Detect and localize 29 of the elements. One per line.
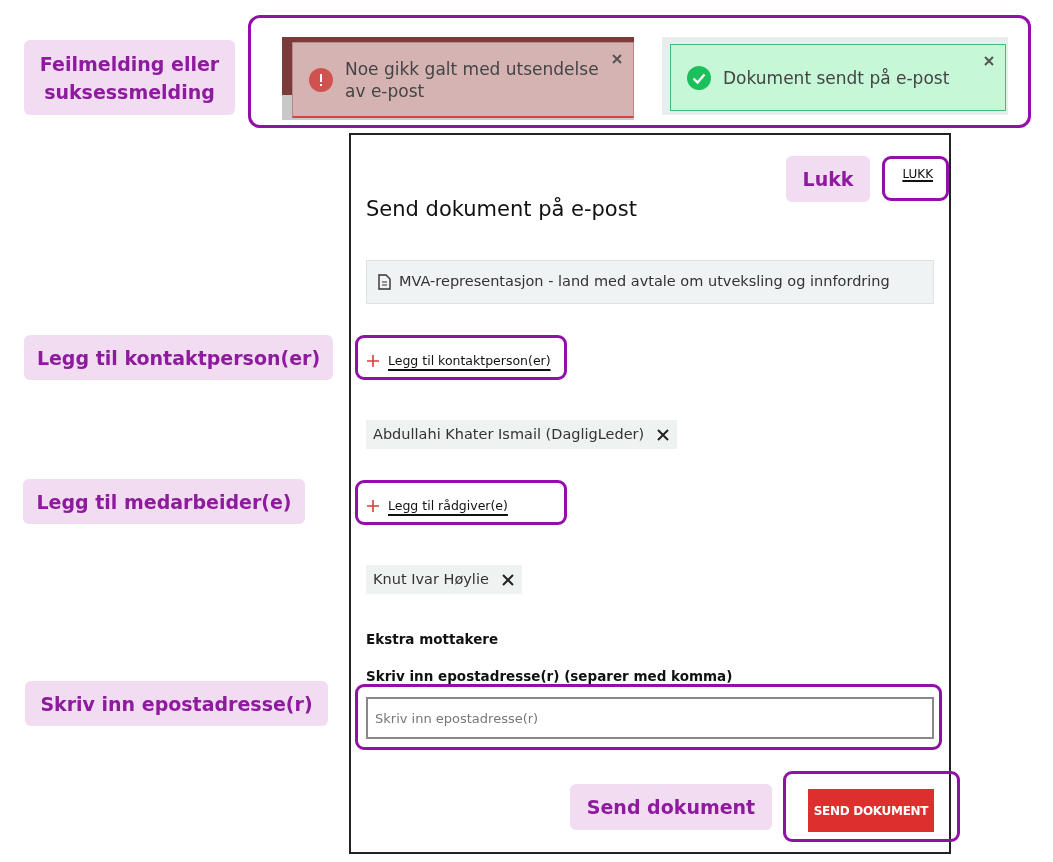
add-link[interactable]: Legg til kontaktperson(er) xyxy=(388,351,551,371)
callout-label: Feilmelding eller suksessmelding xyxy=(24,40,235,115)
remove-icon[interactable] xyxy=(500,572,515,587)
document-title: MVA-representasjon - land med avtale om utveksling og innfordring xyxy=(399,272,890,292)
close-icon[interactable] xyxy=(983,55,995,67)
callout-label: Legg til medarbeider(e) xyxy=(23,479,305,524)
add-link[interactable]: Legg til rådgiver(e) xyxy=(388,496,508,516)
chip-label: Knut Ivar Høylie xyxy=(373,569,489,589)
section-heading: Ekstra mottakere xyxy=(366,630,500,649)
callout-label: Legg til kontaktperson(er) xyxy=(24,335,333,380)
close-icon[interactable] xyxy=(611,53,623,65)
document-icon xyxy=(377,274,391,290)
callout-label: Send dokument xyxy=(570,784,772,830)
callout-label: Skriv inn epostadresse(r) xyxy=(25,681,328,726)
remove-icon[interactable] xyxy=(656,427,671,442)
toast-message: Dokument sendt på e-post xyxy=(723,66,950,89)
plus-icon[interactable] xyxy=(366,354,380,368)
field-label: Skriv inn epostadresse(r) (separer med komma) xyxy=(366,667,734,686)
toast-message: Noe gikk galt med utsendelse av e-post xyxy=(345,57,600,102)
dialog-title: Send dokument på e-post xyxy=(366,196,638,223)
send-button[interactable]: SEND DOKUMENT xyxy=(808,789,934,832)
plus-icon[interactable] xyxy=(366,499,380,513)
callout-label: Lukk xyxy=(786,156,870,202)
annotation-frame xyxy=(882,156,949,201)
error-icon xyxy=(309,67,333,92)
email-input[interactable]: Skriv inn epostadresse(r) xyxy=(366,697,934,739)
chip-label: Abdullahi Khater Ismail (DagligLeder) xyxy=(373,424,645,444)
close-link[interactable]: LUKK xyxy=(902,165,933,183)
check-circle-icon xyxy=(687,65,711,90)
